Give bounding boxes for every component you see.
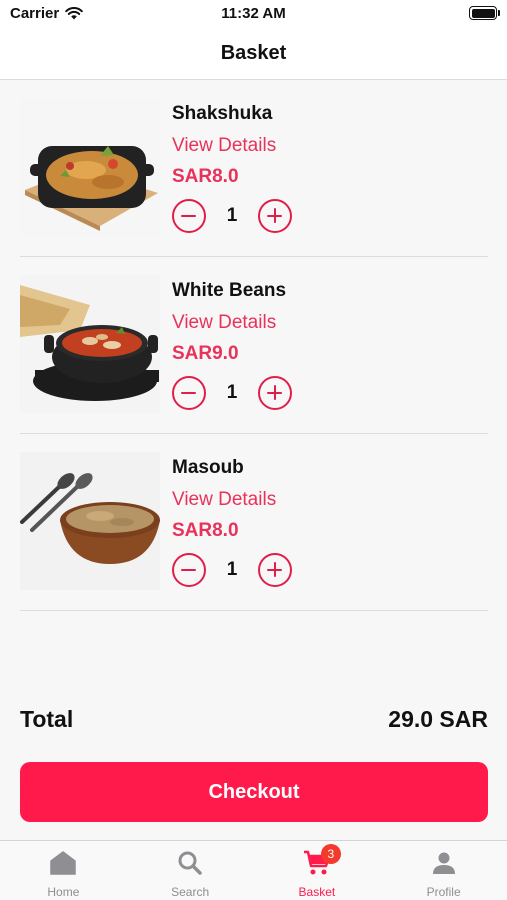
total-label: Total (20, 705, 74, 732)
quantity-stepper: 1 (172, 376, 292, 410)
decrease-quantity-button[interactable] (172, 376, 206, 410)
tab-basket[interactable]: 3 Basket (254, 841, 381, 900)
view-details-link[interactable]: View Details (172, 135, 276, 157)
tab-search[interactable]: Search (127, 841, 254, 900)
cart-icon: 3 (303, 844, 341, 876)
cart-badge: 3 (320, 844, 341, 864)
increase-quantity-button[interactable] (258, 199, 292, 233)
tab-profile[interactable]: Profile (380, 841, 507, 900)
quantity-stepper: 1 (172, 199, 292, 233)
tab-label: Home (47, 885, 80, 899)
quantity-stepper: 1 (172, 553, 292, 587)
item-price: SAR8.0 (172, 520, 239, 541)
total-value: 29.0 SAR (388, 705, 488, 732)
basket-item: Masoub View Details SAR8.0 1 (20, 434, 488, 611)
view-details-link[interactable]: View Details (172, 312, 276, 334)
tab-bar: Home Search 3 Basket Profile (0, 840, 507, 900)
home-icon (49, 850, 77, 876)
item-price: SAR8.0 (172, 166, 239, 187)
quantity-value: 1 (226, 559, 238, 580)
page-title: Basket (220, 42, 287, 64)
tab-label: Profile (426, 885, 461, 899)
basket-item: Shakshuka View Details SAR8.0 1 (20, 80, 488, 257)
navigation-bar: Basket (0, 28, 507, 80)
item-image-masoub[interactable] (20, 452, 160, 590)
view-details-link[interactable]: View Details (172, 489, 276, 511)
person-icon (430, 850, 458, 876)
item-image-shakshuka[interactable] (20, 98, 160, 236)
status-bar: Carrier 11:32 AM (0, 0, 507, 28)
item-price: SAR9.0 (172, 343, 239, 364)
basket-item: White Beans View Details SAR9.0 1 (20, 257, 488, 434)
increase-quantity-button[interactable] (258, 553, 292, 587)
item-image-white-beans[interactable] (20, 275, 160, 413)
item-name: Masoub (172, 457, 244, 478)
battery-icon (469, 6, 500, 20)
tab-home[interactable]: Home (0, 841, 127, 900)
quantity-value: 1 (226, 205, 238, 226)
clock: 11:32 AM (221, 5, 286, 22)
quantity-value: 1 (226, 382, 238, 403)
checkout-button[interactable]: Checkout (20, 762, 488, 822)
basket-list: Shakshuka View Details SAR8.0 1 White Be… (20, 80, 488, 611)
tab-label: Basket (298, 885, 336, 899)
increase-quantity-button[interactable] (258, 376, 292, 410)
decrease-quantity-button[interactable] (172, 553, 206, 587)
tab-label: Search (171, 885, 210, 899)
search-icon (176, 850, 204, 876)
item-name: White Beans (172, 280, 287, 301)
decrease-quantity-button[interactable] (172, 199, 206, 233)
item-name: Shakshuka (172, 103, 273, 124)
total-row: Total 29.0 SAR (20, 703, 488, 735)
